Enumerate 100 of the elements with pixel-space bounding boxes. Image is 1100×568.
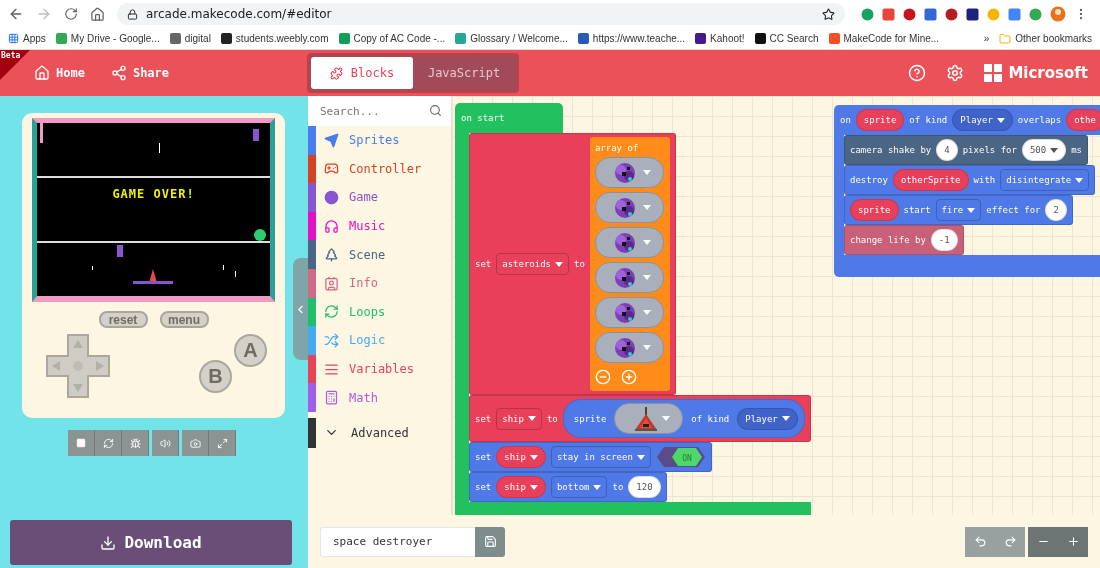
dropdown-field[interactable]: bottom: [550, 476, 608, 498]
number-dropdown[interactable]: 500: [1021, 139, 1067, 161]
category-icon: [324, 304, 339, 320]
add-icon[interactable]: [620, 369, 637, 385]
search-icon: [429, 104, 442, 117]
block-label: to: [546, 413, 558, 424]
category-icon: [324, 361, 339, 377]
home-icon[interactable]: [90, 6, 105, 22]
dropdown-field[interactable]: disintegrate: [1000, 169, 1090, 191]
project-name-field[interactable]: space destroyer: [320, 526, 475, 557]
profile-icon[interactable]: [1050, 6, 1066, 22]
kind-dropdown[interactable]: Player: [952, 109, 1013, 131]
device-button[interactable]: reset: [98, 311, 148, 328]
dropdown-field[interactable]: asteroids: [496, 253, 570, 275]
brand-logo[interactable]: Microsoft: [984, 64, 1088, 82]
caret-icon: [967, 207, 976, 213]
block-label: to: [574, 259, 585, 269]
dropdown-field[interactable]: fire: [935, 199, 982, 221]
more-bookmarks-button[interactable]: »: [983, 33, 990, 44]
bookmark-link[interactable]: Kahoot!: [695, 33, 745, 44]
settings-icon[interactable]: [946, 64, 965, 82]
number-field[interactable]: 4: [936, 139, 958, 161]
save-button[interactable]: [475, 526, 505, 557]
bookmark-link[interactable]: students.weebly.com: [220, 33, 329, 44]
zoom-in-button[interactable]: [1058, 526, 1088, 557]
parameter-field[interactable]: sprite: [850, 199, 899, 221]
bookmark-link[interactable]: digital: [169, 33, 211, 44]
caret-icon: [1075, 177, 1084, 183]
block-label: camera shake by: [850, 145, 932, 155]
image-dropdown[interactable]: [594, 227, 664, 258]
caret-icon: [662, 416, 671, 421]
favicon-icon: [338, 33, 350, 44]
zoom-in-icon: [1066, 535, 1080, 548]
block-label: of kind: [909, 115, 948, 125]
favicon-icon: [220, 33, 232, 44]
nav-button[interactable]: Home: [34, 61, 85, 85]
address-bar[interactable]: arcade.makecode.com/#editor: [117, 3, 845, 25]
number-field[interactable]: -1: [930, 229, 958, 251]
variable-field[interactable]: ship: [496, 446, 546, 468]
stop-button[interactable]: [68, 430, 95, 456]
reload-icon[interactable]: [64, 7, 78, 21]
block-label: set: [475, 259, 492, 269]
image-dropdown[interactable]: [614, 403, 684, 434]
image-dropdown[interactable]: [594, 157, 664, 188]
image-dropdown[interactable]: [594, 332, 664, 363]
kind-dropdown[interactable]: Player: [737, 407, 798, 430]
bookmark-folder[interactable]: Other bookmarks: [999, 32, 1092, 45]
bookmark-link[interactable]: MakeCode for Mine...: [828, 33, 940, 44]
category-icon: [324, 190, 339, 205]
remove-icon[interactable]: [594, 369, 611, 385]
extension-icon[interactable]: [903, 7, 916, 21]
undo-button[interactable]: [965, 526, 995, 557]
dropdown-field[interactable]: stay in screen: [550, 446, 651, 468]
download-button[interactable]: Download: [10, 520, 292, 565]
help-icon[interactable]: [908, 64, 927, 82]
parameter-field[interactable]: otherSprite: [892, 169, 969, 191]
nav-button[interactable]: Share: [110, 61, 170, 85]
number-field[interactable]: 2: [1045, 199, 1067, 221]
forward-icon[interactable]: [36, 6, 52, 22]
block-label: to: [612, 482, 624, 492]
dropdown-field[interactable]: ship: [496, 407, 542, 430]
bookmark-link[interactable]: https://www.teache...: [577, 33, 686, 44]
folder-icon: [999, 32, 1012, 45]
editor-tab[interactable]: JavaScript: [413, 57, 516, 89]
caret-icon: [555, 261, 564, 267]
variable-field[interactable]: ship: [496, 476, 546, 498]
screenshot-button[interactable]: [182, 430, 209, 456]
image-dropdown[interactable]: [594, 297, 664, 328]
a-button[interactable]: A: [234, 334, 267, 367]
b-button[interactable]: B: [199, 360, 232, 393]
undo-icon: [973, 535, 987, 548]
image-dropdown[interactable]: [594, 192, 664, 223]
block-label: with: [973, 175, 996, 185]
bookmark-star-icon[interactable]: [822, 7, 835, 21]
image-dropdown[interactable]: [594, 262, 664, 293]
number-field[interactable]: 120: [628, 476, 661, 498]
redo-icon: [1003, 535, 1017, 548]
device-button[interactable]: menu: [159, 311, 209, 328]
bookmark-link[interactable]: My Drive - Google...: [55, 33, 160, 44]
bookmark-link[interactable]: Glossary / Welcome...: [455, 33, 568, 44]
extension-icon[interactable]: [945, 7, 958, 21]
back-icon[interactable]: [8, 6, 24, 22]
bookmark-link[interactable]: CC Search: [754, 33, 819, 44]
search-field[interactable]: Search...: [308, 96, 451, 126]
zoom-out-button[interactable]: [1028, 526, 1058, 557]
redo-button[interactable]: [995, 526, 1025, 557]
caret-icon: [996, 117, 1005, 123]
parameter-field[interactable]: othe: [1066, 109, 1100, 131]
toggle-switch[interactable]: ON: [655, 446, 706, 468]
parameter-field[interactable]: sprite: [855, 109, 905, 131]
block-label: on: [840, 115, 851, 125]
bookmark-link[interactable]: Copy of AC Code -...: [338, 33, 446, 44]
caret-icon: [593, 484, 602, 490]
collapse-handle[interactable]: [293, 258, 308, 360]
mute-button[interactable]: [152, 430, 179, 456]
category-icon: [324, 132, 339, 148]
bookmark-link[interactable]: Apps: [8, 33, 46, 44]
editor-tab[interactable]: Blocks: [311, 57, 414, 89]
dpad[interactable]: [46, 334, 110, 398]
extension-icon[interactable]: [966, 7, 979, 21]
